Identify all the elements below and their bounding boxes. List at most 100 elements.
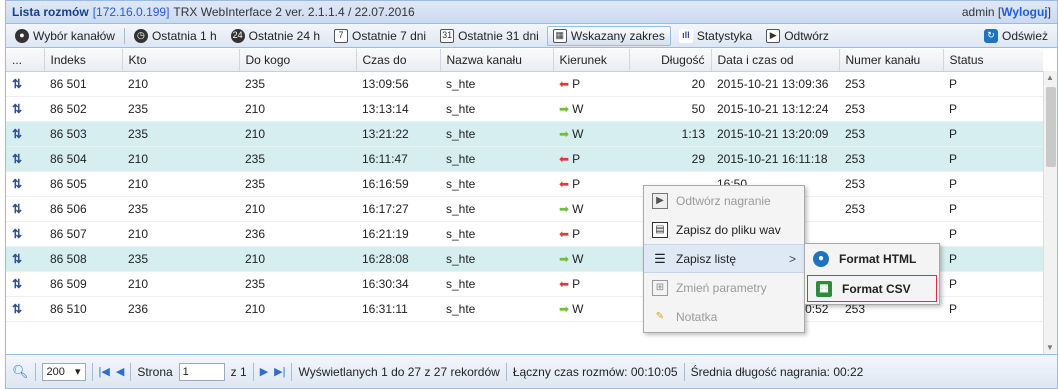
menu-item-change-parameters[interactable]: ⊞ Zmień parametry [644,273,804,302]
cell-index: 86 501 [44,71,122,97]
cell-who: 235 [122,196,239,222]
call-icon: ⇅ [12,126,22,141]
cell-to-whom: 235 [239,71,356,97]
table-row[interactable]: ⇅ 86 504 210 235 16:11:47 s_hte ⬅ P 29 2015-10-21… [6,146,1043,172]
server-ip-link[interactable]: [172.16.0.199] [93,5,170,19]
cell-direction: ⬅ P [553,146,629,172]
scroll-down-icon[interactable]: ▼ [1046,343,1054,352]
search-icon[interactable]: 🔍︎ [12,364,29,380]
play-button[interactable]: ▶ Odtwórz [760,26,835,46]
column-header-length[interactable]: Długość [629,49,712,72]
table-row[interactable]: ⇅ 86 502 235 210 13:13:14 s_hte ➡ W 50 2015-10-21… [6,96,1043,122]
call-icon: ⇅ [12,226,22,241]
statistics-button[interactable]: ıll Statystyka [673,26,758,46]
column-header-date-from[interactable]: Data i czas od [711,49,840,72]
cell-status: P [943,246,1043,272]
direction-label: P [572,151,581,166]
cell-status: P [943,146,1043,172]
direction-label: P [572,226,581,241]
cell-index: 86 506 [44,196,122,222]
channels-button[interactable]: ● Wybór kanałów [9,26,121,46]
last-7d-button[interactable]: 7 Ostatnie 7 dni [328,26,432,46]
column-header-direction[interactable]: Kierunek [553,49,630,72]
cell-to-whom: 235 [239,171,356,197]
cell-channel-number: 253 [839,146,943,172]
cell-direction: ➡ W [553,296,629,322]
last-page-icon[interactable]: ▶| [274,365,285,378]
cell-channel-number: 253 [839,71,943,97]
previous-page-icon[interactable]: ◀ [116,365,124,378]
column-header-status[interactable]: Status [943,49,1043,72]
cell-channel-name: s_hte [440,71,553,97]
play-label: Odtwórz [784,28,829,43]
call-icon: ⇅ [12,151,22,166]
table-row[interactable]: ⇅ 86 503 235 210 13:21:22 s_hte ➡ W 1:13 2015-10-… [6,121,1043,147]
date-range-label: Wskazany zakres [570,28,665,43]
date-range-button[interactable]: ▦ Wskazany zakres [546,25,671,46]
menu-item-save-wav[interactable]: ▤ Zapisz do pliku wav [644,215,804,244]
cell-to-whom: 210 [239,296,356,322]
call-icon: ⇅ [12,201,22,216]
cell-channel-name: s_hte [440,171,553,197]
username-bracket: ] [1047,5,1051,19]
column-header-channel-number[interactable]: Numer kanału [839,49,944,72]
pager-separator [291,362,293,381]
menu-item-save-list[interactable]: ☰ Zapisz listę > [644,244,804,273]
direction-label: W [572,301,584,316]
bar-chart-icon: ıll [678,28,693,43]
row-type-cell: ⇅ [6,296,44,322]
page-size-select[interactable]: 200 ▾ [41,362,86,381]
scrollbar-thumb[interactable] [1046,87,1056,167]
column-header-channel-name[interactable]: Nazwa kanału [440,49,554,72]
main-window: Lista rozmów [172.16.0.199] TRX WebInter… [5,0,1058,389]
cell-status: P [943,221,1043,247]
cell-time-to: 16:28:08 [356,246,440,272]
cell-time-to: 16:30:34 [356,271,440,297]
submenu-item-csv[interactable]: ▦ Format CSV [807,275,937,302]
logout-link[interactable]: Wyloguj [1001,5,1047,19]
table-row[interactable]: ⇅ 86 501 210 235 13:09:56 s_hte ⬅ P 20 2015-10-21… [6,71,1043,97]
calls-grid: ... Indeks Kto Do kogo Czas do Nazwa kan… [6,49,1043,354]
menu-item-change-label: Zmień parametry [676,280,767,295]
menu-item-save-wav-label: Zapisz do pliku wav [676,222,781,237]
toolbar: ● Wybór kanałów ◷ Ostatnia 1 h 24 Ostatn… [6,24,1057,48]
submenu-item-html[interactable]: ● Format HTML [805,244,939,273]
scroll-up-icon[interactable]: ▲ [1046,73,1054,82]
menu-item-play-recording[interactable]: ▶ Odtwórz nagranie [644,186,804,215]
last-1h-button[interactable]: ◷ Ostatnia 1 h [128,26,223,46]
page-size-value: 200 [46,365,65,378]
arrow-left-icon: ⬅ [559,276,570,291]
column-header-menu[interactable]: ... [6,49,45,72]
vertical-scrollbar[interactable]: ▲ ▼ [1043,71,1057,354]
cell-who: 235 [122,121,239,147]
last-31d-button[interactable]: 31 Ostatnie 31 dni [434,26,545,46]
last-24h-button[interactable]: 24 Ostatnie 24 h [225,26,326,46]
cell-channel-name: s_hte [440,296,553,322]
arrow-right-icon: ➡ [559,101,570,116]
refresh-button[interactable]: ↻ Odśwież [978,26,1054,46]
direction-label: W [572,126,584,141]
column-header-time-to[interactable]: Czas do [356,49,441,72]
average-duration: Średnia długość nagrania: 00:22 [690,364,864,379]
column-header-who[interactable]: Kto [122,49,240,72]
cell-status: P [943,271,1043,297]
row-type-cell: ⇅ [6,271,44,297]
first-page-icon[interactable]: |◀ [99,365,110,378]
row-type-cell: ⇅ [6,71,44,97]
call-icon: ⇅ [12,301,22,316]
cell-date-from: 2015-10-21 13:12:24 [711,96,839,122]
next-page-icon[interactable]: ▶ [260,365,268,378]
table-row[interactable]: ⇅ 86 505 210 235 16:16:59 s_hte ⬅ P 16:50 253 P [6,171,1043,197]
table-row[interactable]: ⇅86 50623521016:17:27s_hte➡W17:12253P [6,196,1043,222]
page-number-input[interactable]: 1 [178,362,225,381]
calendar-grid-icon: ▦ [552,28,567,43]
last-7d-label: Ostatnie 7 dni [352,28,427,43]
column-header-index[interactable]: Indeks [44,49,123,72]
cell-index: 86 502 [44,96,122,122]
cell-length: 50 [629,96,711,122]
row-type-cell: ⇅ [6,221,44,247]
column-header-to-whom[interactable]: Do kogo [239,49,357,72]
menu-item-note[interactable]: ✎ Notatka [644,302,804,331]
row-type-cell: ⇅ [6,171,44,197]
refresh-label: Odśwież [1001,28,1048,43]
